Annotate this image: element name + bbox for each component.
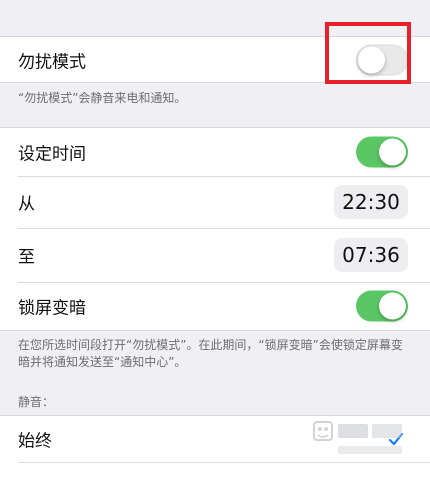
highlight-box — [325, 22, 411, 84]
baidu-watermark-icon — [313, 421, 402, 454]
dim-row: 锁屏变暗 — [0, 282, 430, 330]
dim-label: 锁屏变暗 — [18, 298, 86, 319]
scheduled-toggle[interactable] — [356, 136, 408, 168]
always-label: 始终 — [18, 431, 52, 452]
silence-header: 静音： — [18, 395, 55, 409]
to-row[interactable]: 至 07:36 — [0, 228, 430, 282]
settings-screen: 勿扰模式 “勿扰模式”会静音来电和通知。 设定时间 从 22:30 至 07:3… — [0, 0, 430, 478]
schedule-footnote: 在您所选时间段打开“勿扰模式”。在此期间，“锁屏变暗”会使锁定屏幕变暗并将通知发… — [18, 338, 403, 369]
from-time[interactable]: 22:30 — [334, 185, 408, 219]
scheduled-toggle-knob — [379, 138, 406, 166]
to-time[interactable]: 07:36 — [334, 238, 408, 272]
dim-toggle-knob — [379, 292, 406, 320]
dim-toggle[interactable] — [356, 290, 408, 322]
dnd-footnote: “勿扰模式”会静音来电和通知。 — [18, 91, 187, 105]
to-label: 至 — [18, 247, 35, 268]
from-row[interactable]: 从 22:30 — [0, 176, 430, 228]
scheduled-label: 设定时间 — [18, 144, 86, 165]
dnd-label: 勿扰模式 — [18, 52, 86, 72]
schedule-group: 设定时间 从 22:30 至 07:36 锁屏变暗 — [0, 127, 430, 331]
from-label: 从 — [18, 194, 35, 215]
scheduled-row: 设定时间 — [0, 128, 430, 176]
